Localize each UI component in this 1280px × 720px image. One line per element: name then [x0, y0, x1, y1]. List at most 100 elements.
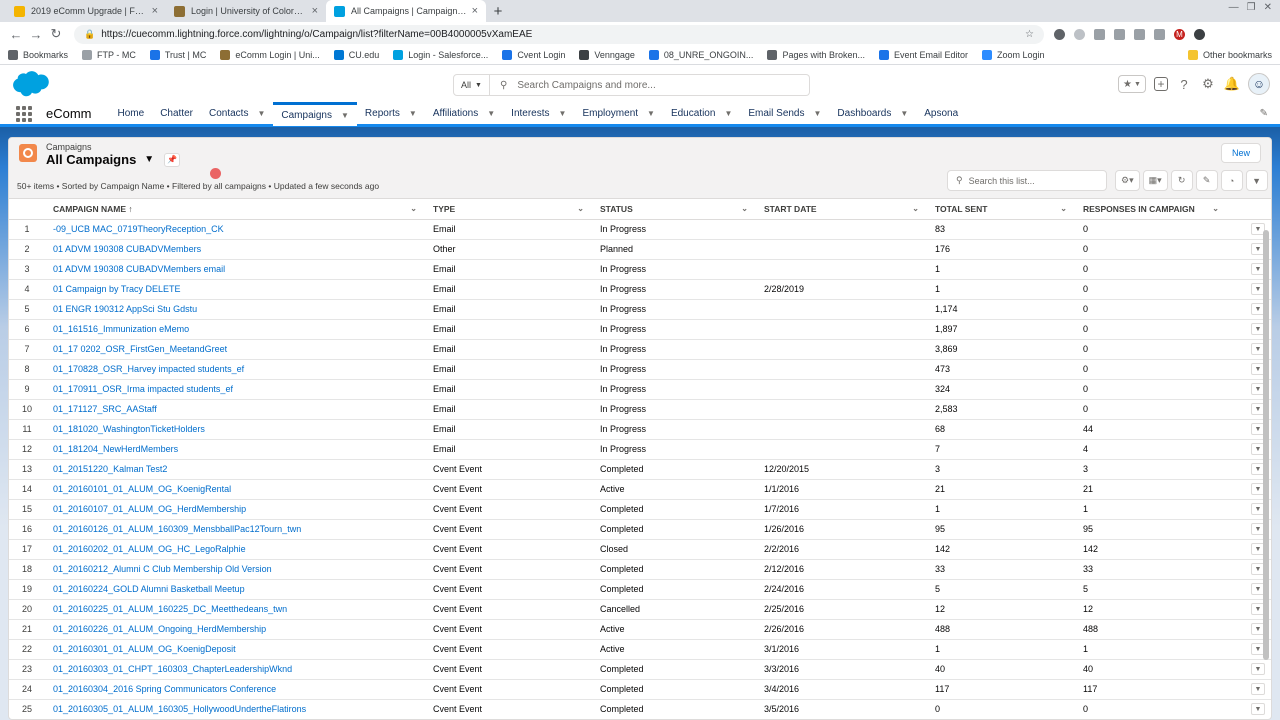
- campaign-name-link[interactable]: 01_20160305_01_ALUM_160305_HollywoodUnde…: [45, 699, 425, 719]
- pin-icon[interactable]: 📌: [164, 152, 181, 167]
- campaign-name-link[interactable]: 01_17 0202_OSR_FirstGen_MeetandGreet: [45, 339, 425, 360]
- extension-icon[interactable]: [1154, 28, 1165, 40]
- campaign-name-link[interactable]: 01 Campaign by Tracy DELETE: [45, 279, 425, 300]
- extension-icon[interactable]: [1074, 28, 1085, 40]
- nav-item-chatter[interactable]: Chatter: [152, 102, 201, 126]
- nav-item-affiliations[interactable]: Affiliations ▼: [425, 102, 503, 126]
- extension-icon[interactable]: [1054, 28, 1065, 40]
- minimize-icon[interactable]: —: [1229, 2, 1239, 13]
- bookmark-item[interactable]: CU.edu: [333, 50, 379, 60]
- global-actions-icon[interactable]: +: [1154, 77, 1168, 91]
- bookmark-item[interactable]: Event Email Editor: [878, 50, 968, 60]
- vertical-scrollbar[interactable]: [1263, 230, 1269, 660]
- bookmark-item[interactable]: Venngage: [579, 50, 635, 60]
- forward-icon[interactable]: →: [26, 27, 46, 42]
- row-action-menu-icon[interactable]: ▼: [1251, 703, 1265, 715]
- edit-nav-pencil-icon[interactable]: ✎: [1260, 108, 1268, 119]
- campaign-name-link[interactable]: 01 ADVM 190308 CUBADVMembers: [45, 239, 425, 260]
- column-header-campaign-name[interactable]: CAMPAIGN NAME ↑ ⌄: [45, 199, 425, 220]
- gear-icon[interactable]: ⚙: [1200, 76, 1216, 92]
- campaign-name-link[interactable]: 01_20160301_01_ALUM_OG_KoenigDeposit: [45, 639, 425, 660]
- search-scope-dropdown[interactable]: All ▼: [453, 74, 490, 96]
- back-icon[interactable]: ←: [6, 27, 26, 42]
- chevron-down-icon[interactable]: ⌄: [912, 204, 919, 213]
- campaign-name-link[interactable]: 01_181204_NewHerdMembers: [45, 439, 425, 460]
- new-button[interactable]: New: [1221, 143, 1261, 163]
- column-header-status[interactable]: STATUS ⌄: [592, 199, 756, 220]
- global-search-input[interactable]: ⚲ Search Campaigns and more...: [490, 74, 810, 96]
- campaign-name-link[interactable]: 01_20160202_01_ALUM_OG_HC_LegoRalphie: [45, 539, 425, 560]
- campaign-name-link[interactable]: 01_170828_OSR_Harvey impacted students_e…: [45, 359, 425, 380]
- campaign-name-link[interactable]: 01_20160101_01_ALUM_OG_KoenigRental: [45, 479, 425, 500]
- nav-item-campaigns[interactable]: Campaigns ▼: [273, 101, 357, 126]
- bookmark-item[interactable]: 08_UNRE_ONGOIN...: [648, 50, 753, 60]
- browser-tab[interactable]: Login | University of Colorado ×: [166, 0, 326, 22]
- campaign-name-link[interactable]: 01_161516_Immunization eMemo: [45, 319, 425, 340]
- campaign-name-link[interactable]: 01_20160126_01_ALUM_160309_MensbballPac1…: [45, 519, 425, 540]
- campaign-name-link[interactable]: 01 ADVM 190308 CUBADVMembers email: [45, 259, 425, 280]
- chevron-down-icon[interactable]: ▼: [341, 111, 349, 120]
- bookmark-item[interactable]: Trust | MC: [149, 50, 206, 60]
- close-tab-icon[interactable]: ×: [472, 5, 478, 17]
- campaign-name-link[interactable]: 01_181020_WashingtonTicketHolders: [45, 419, 425, 440]
- nav-item-education[interactable]: Education ▼: [663, 102, 740, 126]
- campaign-name-link[interactable]: 01_20160212_Alumni C Club Membership Old…: [45, 559, 425, 580]
- extension-icon[interactable]: [1094, 28, 1105, 40]
- campaign-name-link[interactable]: 01 ENGR 190312 AppSci Stu Gdstu: [45, 299, 425, 320]
- campaign-name-link[interactable]: 01_20160226_01_ALUM_Ongoing_HerdMembersh…: [45, 619, 425, 640]
- chevron-down-icon[interactable]: ⌄: [410, 204, 417, 213]
- bookmark-item[interactable]: Cvent Login: [502, 50, 565, 60]
- nav-item-apsona[interactable]: Apsona: [916, 102, 966, 126]
- campaign-name-link[interactable]: 01_171127_SRC_AAStaff: [45, 399, 425, 420]
- refresh-icon[interactable]: ↻: [1170, 170, 1193, 191]
- close-window-icon[interactable]: ✕: [1264, 2, 1272, 13]
- column-header-responses[interactable]: RESPONSES IN CAMPAIGN ⌄: [1075, 199, 1227, 220]
- chevron-down-icon[interactable]: ⌄: [577, 204, 584, 213]
- chevron-down-icon[interactable]: ▼: [814, 109, 822, 118]
- browser-tab[interactable]: All Campaigns | Campaigns | Sal ×: [326, 0, 486, 22]
- profile-avatar-icon[interactable]: M: [1174, 28, 1185, 40]
- bookmark-item[interactable]: Zoom Login: [982, 50, 1045, 60]
- chevron-down-icon[interactable]: ⌄: [1060, 204, 1067, 213]
- bookmark-item[interactable]: Login - Salesforce...: [393, 50, 488, 60]
- nav-item-dashboards[interactable]: Dashboards ▼: [829, 102, 916, 126]
- nav-item-contacts[interactable]: Contacts ▼: [201, 102, 273, 126]
- campaign-name-link[interactable]: 01_20151220_Kalman Test2: [45, 459, 425, 480]
- column-header-total-sent[interactable]: TOTAL SENT ⌄: [927, 199, 1075, 220]
- new-tab-button[interactable]: +: [486, 0, 510, 22]
- bookmark-item[interactable]: Pages with Broken...: [767, 50, 865, 60]
- chevron-down-icon[interactable]: ⌄: [741, 204, 748, 213]
- chevron-down-icon[interactable]: ▼: [487, 109, 495, 118]
- chevron-down-icon[interactable]: ▼: [647, 109, 655, 118]
- chevron-down-icon[interactable]: ▼: [724, 109, 732, 118]
- favorites-button[interactable]: ★ ▼: [1118, 75, 1146, 93]
- help-icon[interactable]: ?: [1176, 76, 1192, 92]
- column-header-start-date[interactable]: START DATE ⌄: [756, 199, 927, 220]
- list-search-input[interactable]: ⚲ Search this list...: [947, 170, 1107, 191]
- restore-icon[interactable]: ❐: [1247, 2, 1256, 13]
- app-launcher-icon[interactable]: [16, 105, 32, 122]
- chevron-down-icon[interactable]: ▼: [559, 109, 567, 118]
- campaign-name-link[interactable]: -09_UCB MAC_0719TheoryReception_CK: [45, 219, 425, 240]
- salesforce-logo-icon[interactable]: [10, 71, 50, 98]
- row-action-menu-icon[interactable]: ▼: [1251, 663, 1265, 675]
- address-bar[interactable]: 🔒 https://cuecomm.lightning.force.com/li…: [74, 24, 1044, 44]
- nav-item-employment[interactable]: Employment ▼: [574, 102, 663, 126]
- close-tab-icon[interactable]: ×: [152, 5, 158, 17]
- column-header-type[interactable]: TYPE ⌄: [425, 199, 592, 220]
- notifications-bell-icon[interactable]: 🔔: [1224, 76, 1240, 92]
- bookmark-star-icon[interactable]: ☆: [1025, 29, 1034, 40]
- bookmark-item[interactable]: Bookmarks: [8, 50, 68, 60]
- chevron-down-icon[interactable]: ▼: [900, 109, 908, 118]
- user-avatar[interactable]: ☺: [1248, 73, 1270, 95]
- campaign-name-link[interactable]: 01_20160225_01_ALUM_160225_DC_Meetthedea…: [45, 599, 425, 620]
- campaign-name-link[interactable]: 01_20160304_2016 Spring Communicators Co…: [45, 679, 425, 700]
- filter-icon[interactable]: ▼: [1245, 170, 1268, 191]
- display-as-table-icon[interactable]: ▦▾: [1142, 170, 1168, 191]
- nav-item-home[interactable]: Home: [110, 102, 153, 126]
- more-menu-icon[interactable]: [1194, 28, 1205, 40]
- chevron-down-icon[interactable]: ⌄: [1212, 204, 1219, 213]
- campaign-name-link[interactable]: 01_20160303_01_CHPT_160303_ChapterLeader…: [45, 659, 425, 680]
- nav-item-interests[interactable]: Interests ▼: [503, 102, 574, 126]
- charts-icon[interactable]: ◔: [1220, 170, 1243, 191]
